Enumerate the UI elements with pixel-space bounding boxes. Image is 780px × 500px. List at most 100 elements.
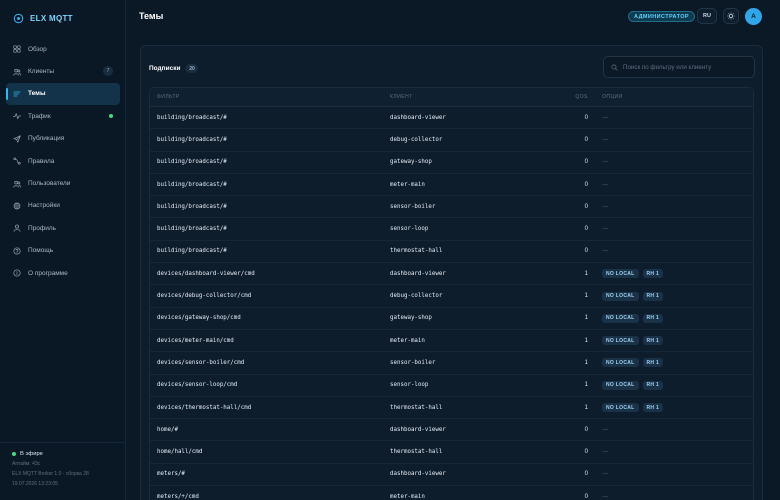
table-row[interactable]: building/broadcast/# thermostat-hall 0 — [150,241,753,264]
column-header-qos[interactable]: QOS [540,94,588,100]
sidebar-item-label: Настройки [28,202,60,210]
client-cell[interactable]: dashboard-viewer [390,427,540,433]
client-cell[interactable]: thermostat-hall [390,405,540,411]
options-cell: — [588,115,608,121]
language-button[interactable]: RU [697,8,717,24]
table-row[interactable]: building/broadcast/# meter-main 0 — [150,174,753,197]
no-options-dash: — [602,493,608,500]
sidebar-item-user-group[interactable]: Пользователи [6,172,120,194]
activity-icon [13,112,21,120]
client-cell[interactable]: sensor-boiler [390,360,540,366]
column-header-filter[interactable]: ФИЛЬТР [150,94,390,100]
user-icon [13,224,21,233]
status-dot [12,452,16,456]
no-options-dash: — [602,114,608,121]
client-cell[interactable]: sensor-loop [390,226,540,232]
sidebar-item-send[interactable]: Публикация [6,128,120,150]
qos-cell: 0 [584,248,588,255]
table-row[interactable]: devices/thermostat-hall/cmd thermostat-ha… [150,397,753,420]
table-row[interactable]: home/# dashboard-viewer 0 — [150,419,753,442]
sidebar-item-user[interactable]: Профиль [6,217,120,239]
option-chip: NO LOCAL [602,291,639,301]
client-cell[interactable]: dashboard-viewer [390,471,540,477]
qos-cell: 0 [584,449,588,456]
no-options-dash: — [602,136,608,143]
client-cell[interactable]: sensor-boiler [390,204,540,210]
client-cell[interactable]: gateway-shop [390,315,540,321]
brand[interactable]: ELX MQTT [13,13,73,24]
table-row[interactable]: home/hall/cmd thermostat-hall 0 — [150,441,753,464]
column-header-client[interactable]: КЛИЕНТ [390,94,540,100]
timestamp-label: 19.07.2026 13:23:05 [12,481,58,487]
client-cell[interactable]: dashboard-viewer [390,115,540,121]
send-icon [13,135,21,143]
table-row[interactable]: devices/debug-collector/cmd debug-collect… [150,285,753,308]
sidebar-item-label: Клиенты [28,68,55,76]
filter-cell: building/broadcast/# [157,248,227,255]
client-cell[interactable]: thermostat-hall [390,248,540,254]
sidebar-item-users[interactable]: Клиенты 7 [6,60,120,82]
table-row[interactable]: devices/meter-main/cmd meter-main 1 NO LOCA… [150,330,753,353]
filter-cell: home/# [157,426,178,433]
client-cell[interactable]: thermostat-hall [390,449,540,455]
column-header-options: ОПЦИИ [602,94,623,100]
filter-cell: building/broadcast/# [157,181,227,188]
no-options-dash: — [602,449,608,456]
client-cell[interactable]: dashboard-viewer [390,271,540,277]
no-options-dash: — [602,248,608,255]
table-row[interactable]: devices/sensor-boiler/cmd sensor-boiler 1 N… [150,352,753,375]
role-badge: АДМИНИСТРАТОР [628,11,696,22]
client-cell[interactable]: debug-collector [390,137,540,143]
sidebar-item-grid[interactable]: Обзор [6,38,120,60]
sidebar-item-rules[interactable]: Правила [6,150,120,172]
search-input[interactable] [623,63,748,71]
table-row[interactable]: devices/gateway-shop/cmd gateway-shop 1 NO … [150,308,753,330]
panel-title: Подписки [149,65,181,72]
client-cell[interactable]: meter-main [390,182,540,188]
options-cell: NO LOCAL RH 1 [588,336,664,346]
sidebar-item-activity[interactable]: Трафик [6,105,120,127]
option-chip: RH 1 [642,269,664,279]
sidebar-item-label: Профиль [28,224,57,232]
table-row[interactable]: building/broadcast/# debug-collector 0 — [150,129,753,152]
sidebar-item-label: Обзор [28,45,47,53]
table-row[interactable]: building/broadcast/# sensor-loop 0 — [150,218,753,241]
options-cell: NO LOCAL RH 1 [588,380,664,390]
sidebar-item-list[interactable]: Темы [6,82,120,106]
options-cell: — [588,159,608,165]
table-row[interactable]: building/broadcast/# gateway-shop 0 — [150,152,753,174]
sidebar-item-label: Темы [28,90,46,98]
sidebar-item-label: Трафик [28,112,51,120]
client-cell[interactable]: meter-main [390,494,540,500]
options-cell: — [588,248,608,254]
table-row[interactable]: devices/dashboard-viewer/cmd dashboard-vi… [150,263,753,286]
filter-cell: devices/dashboard-viewer/cmd [157,270,255,277]
table-row[interactable]: devices/sensor-loop/cmd sensor-loop 1 NO LO… [150,375,753,397]
option-chip: NO LOCAL [602,403,639,412]
avatar[interactable]: A [745,8,762,25]
client-cell[interactable]: sensor-loop [390,382,540,388]
option-chip: RH 1 [642,336,664,346]
no-options-dash: — [602,471,608,478]
grid-icon [13,45,21,53]
table-row[interactable]: building/broadcast/# sensor-boiler 0 — [150,196,753,219]
table-row[interactable]: building/broadcast/# dashboard-viewer 0 — [150,107,753,130]
subscriptions-panel: Подписки 20 ФИЛЬТР КЛИЕНТ QOS ОПЦИИ buil… [140,45,763,500]
sidebar-item-help[interactable]: Помощь [6,240,120,262]
search-box[interactable] [603,56,755,78]
client-cell[interactable]: gateway-shop [390,159,540,165]
filter-cell: devices/sensor-boiler/cmd [157,359,245,366]
client-cell[interactable]: debug-collector [390,293,540,299]
search-icon [611,63,618,71]
theme-toggle-button[interactable] [723,8,739,24]
qos-cell: 0 [584,493,588,500]
no-options-dash: — [602,159,608,166]
sidebar-item-info[interactable]: О программе [6,262,120,284]
sidebar-item-gear[interactable]: Настройки [6,195,120,217]
qos-cell: 1 [584,270,588,277]
sidebar-item-label: Помощь [28,247,54,255]
table-row[interactable]: meters/# dashboard-viewer 0 — [150,464,753,487]
page-title: Темы [139,11,164,21]
table-row[interactable]: meters/+/cmd meter-main 0 — [150,486,753,500]
client-cell[interactable]: meter-main [390,338,540,344]
